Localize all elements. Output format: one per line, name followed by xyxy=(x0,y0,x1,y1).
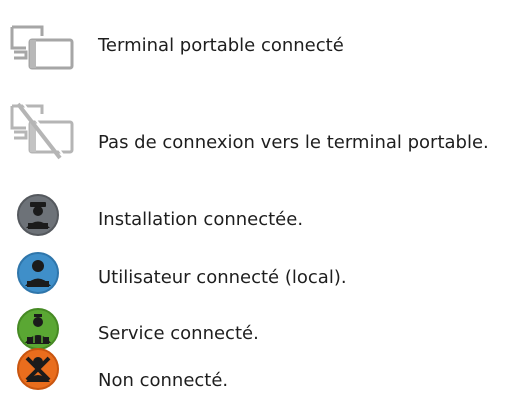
legend-item-service-connected: Service connecté. xyxy=(0,307,523,351)
legend-label: Terminal portable connecté xyxy=(98,35,344,56)
legend-label: Service connecté. xyxy=(98,323,259,344)
legend-label: Utilisateur connecté (local). xyxy=(98,267,347,288)
legend-item-terminal-disconnected: Pas de connexion vers le terminal portab… xyxy=(0,100,523,164)
terminal-connected-icon xyxy=(8,22,78,78)
legend-label: Non connecté. xyxy=(98,370,229,391)
legend-label: Installation connectée. xyxy=(98,209,304,230)
legend-label: Pas de connexion vers le terminal portab… xyxy=(98,132,489,153)
user-connected-icon xyxy=(16,251,60,299)
legend-item-not-connected: Non connecté. xyxy=(0,347,523,391)
not-connected-icon xyxy=(16,347,60,395)
legend-item-user-connected: Utilisateur connecté (local). xyxy=(0,251,523,295)
terminal-disconnected-icon xyxy=(8,100,78,168)
legend-item-terminal-connected: Terminal portable connecté xyxy=(0,22,523,74)
legend-item-installation-connected: Installation connectée. xyxy=(0,193,523,237)
installation-connected-icon xyxy=(16,193,60,241)
